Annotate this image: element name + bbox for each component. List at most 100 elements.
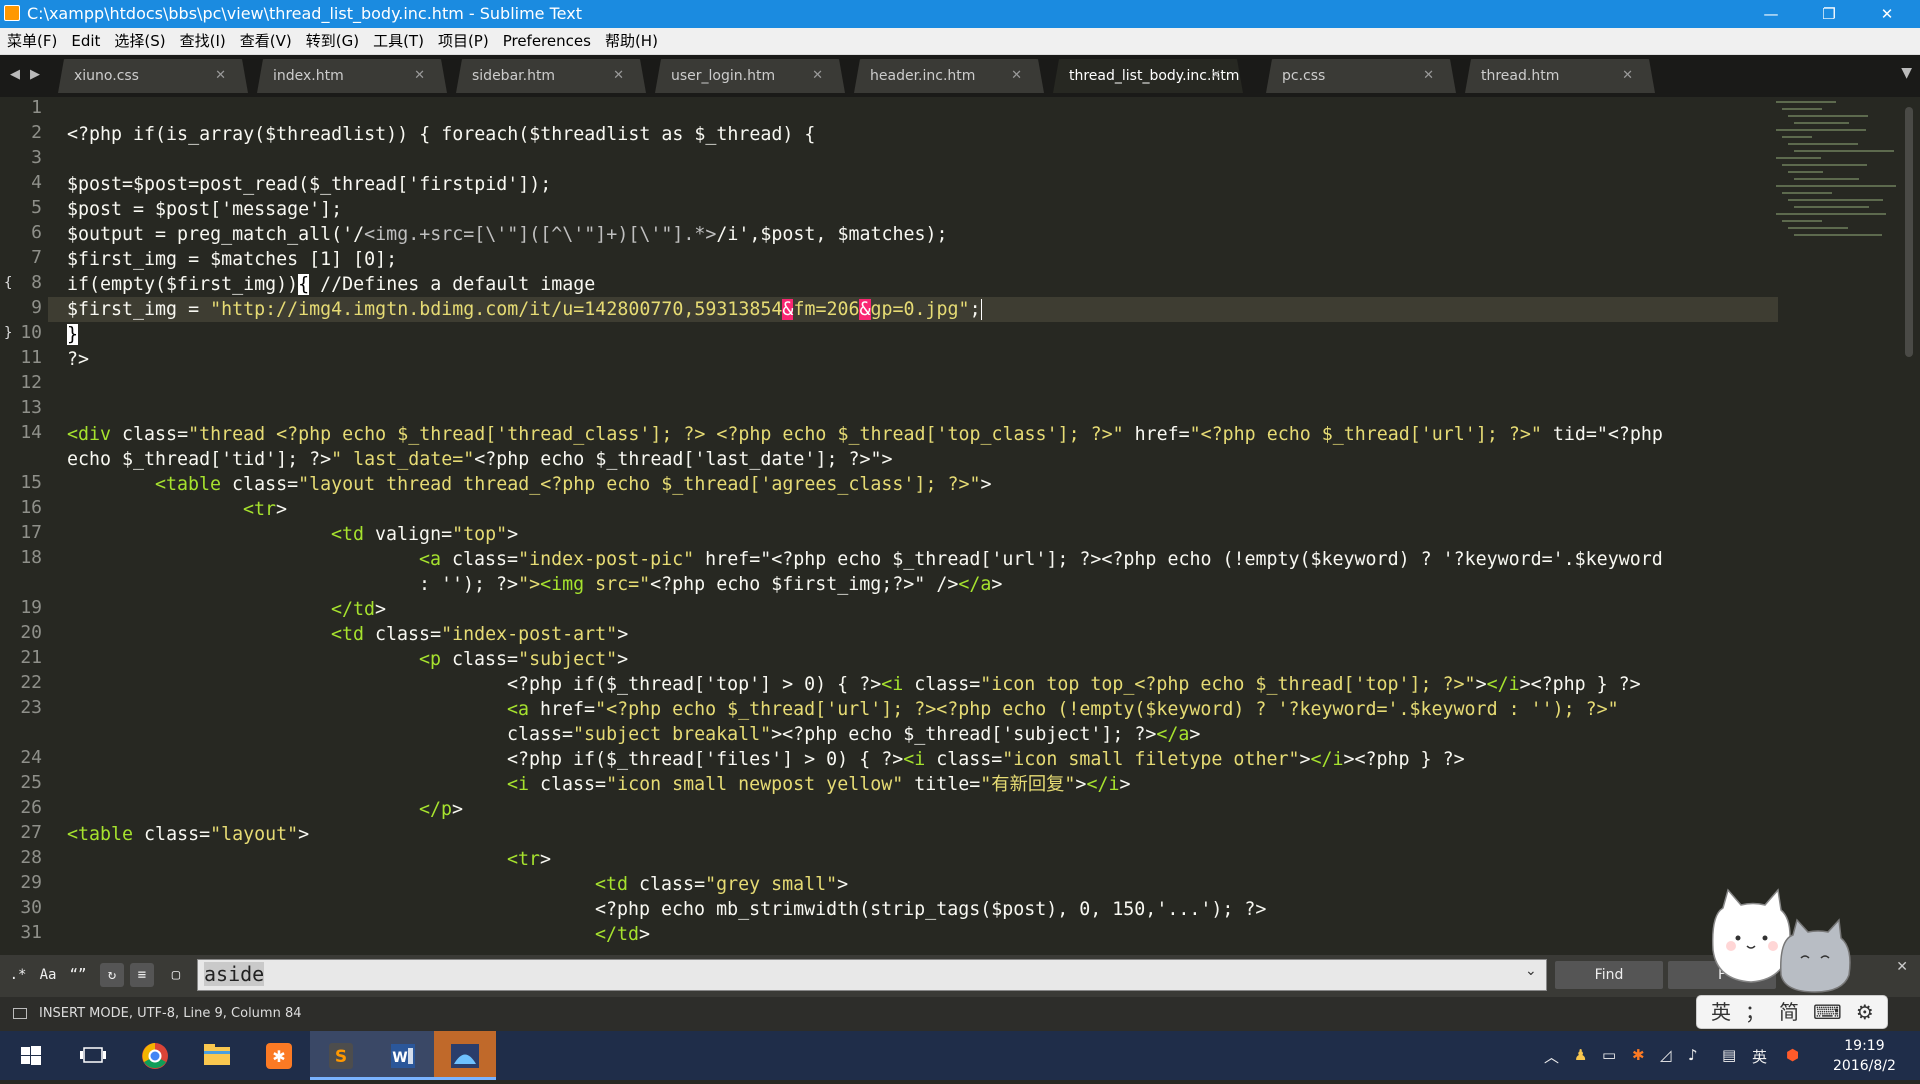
task-view-icon[interactable] — [62, 1031, 124, 1080]
code-line[interactable]: : ''); ?>"><img src="<?php echo $first_i… — [419, 572, 1002, 597]
menu-view[interactable]: 查看(V) — [233, 28, 299, 54]
code-line[interactable]: ?> — [67, 347, 89, 372]
whole-word-toggle-icon[interactable]: “” — [66, 963, 90, 987]
code-line[interactable]: <a href="<?php echo $_thread['url']; ?><… — [507, 697, 1619, 722]
minimap[interactable] — [1776, 101, 1906, 261]
battery-icon[interactable]: ▭ — [1602, 1046, 1616, 1064]
find-history-dropdown-icon[interactable]: ⌄ — [1525, 963, 1537, 979]
notification-icon[interactable]: ▤ — [1722, 1046, 1736, 1064]
highlight-matches-toggle-icon[interactable]: ▢ — [164, 963, 188, 987]
code-line[interactable]: echo $_thread['tid']; ?>" last_date="<?p… — [67, 447, 893, 472]
tab-next-icon[interactable]: ▶ — [30, 67, 40, 82]
code-line[interactable]: </td> — [331, 597, 386, 622]
code-line[interactable]: <tr> — [243, 497, 287, 522]
code-line[interactable]: class="subject breakall"><?php echo $_th… — [507, 722, 1200, 747]
vertical-scrollbar[interactable] — [1905, 107, 1913, 357]
menu-find[interactable]: 查找(I) — [173, 28, 233, 54]
tray-user-icon[interactable]: ♟ — [1574, 1046, 1587, 1064]
tab-xiuno-css[interactable]: xiuno.css ✕ — [58, 59, 248, 93]
code-line[interactable]: if(empty($first_img)){ //Defines a defau… — [67, 272, 595, 297]
ime-language[interactable]: 英 — [1711, 996, 1731, 1028]
code-line[interactable]: <table class="layout thread thread_<?php… — [155, 472, 992, 497]
code-line[interactable]: <?php if($_thread['top'] > 0) { ?><i cla… — [507, 672, 1641, 697]
tab-user-login-htm[interactable]: user_login.htm ✕ — [655, 59, 845, 93]
case-sensitive-toggle-icon[interactable]: Aa — [36, 963, 60, 987]
close-button[interactable]: ✕ — [1864, 0, 1910, 28]
network-icon[interactable]: ◿ — [1660, 1046, 1672, 1064]
tab-close-icon[interactable]: ✕ — [215, 59, 226, 93]
sogou-input-icon[interactable]: ⬢ — [1786, 1046, 1799, 1064]
fold-open-icon[interactable]: { — [4, 275, 12, 291]
menu-goto[interactable]: 转到(G) — [299, 28, 366, 54]
menu-help[interactable]: 帮助(H) — [598, 28, 665, 54]
menu-file[interactable]: 菜单(F) — [0, 28, 64, 54]
tab-overflow-icon[interactable]: ▼ — [1901, 65, 1912, 81]
code-line[interactable]: $first_img = $matches [1] [0]; — [67, 247, 397, 272]
code-line[interactable]: <td valign="top"> — [331, 522, 518, 547]
tab-close-icon[interactable]: ✕ — [1423, 59, 1434, 93]
volume-icon[interactable]: ♪ — [1688, 1046, 1698, 1064]
tab-close-icon[interactable]: ✕ — [414, 59, 425, 93]
system-clock[interactable]: 19:19 2016/8/2 — [1833, 1036, 1896, 1076]
tab-thread-htm[interactable]: thread.htm ✕ — [1465, 59, 1655, 93]
code-line[interactable]: <?php if($_thread['files'] > 0) { ?><i c… — [507, 747, 1465, 772]
code-line[interactable]: </td> — [595, 922, 650, 947]
file-explorer-icon[interactable] — [186, 1031, 248, 1080]
tray-xampp-icon[interactable]: ✱ — [1632, 1046, 1645, 1064]
tab-close-icon[interactable]: ✕ — [812, 59, 823, 93]
tray-expand-icon[interactable]: ︿ — [1544, 1046, 1559, 1067]
tab-close-icon[interactable]: ✕ — [1210, 59, 1221, 93]
menu-selection[interactable]: 选择(S) — [107, 28, 172, 54]
minimize-button[interactable]: — — [1748, 0, 1794, 28]
code-line[interactable]: } — [67, 322, 79, 347]
ime-simplified[interactable]: 简 — [1779, 996, 1799, 1028]
ime-punctuation[interactable]: ； — [1745, 996, 1765, 1028]
code-line[interactable]: <div class="thread <?php echo $_thread['… — [67, 422, 1663, 447]
code-line[interactable]: <?php echo mb_strimwidth(strip_tags($pos… — [595, 897, 1266, 922]
windows-start-icon[interactable] — [0, 1031, 62, 1080]
code-line[interactable]: $post = $post['message']; — [67, 197, 342, 222]
code-line[interactable]: $output = preg_match_all('/<img.+src=[\'… — [67, 222, 948, 247]
maximize-button[interactable]: ❐ — [1806, 0, 1852, 28]
gear-icon[interactable]: ⚙ — [1856, 996, 1874, 1028]
app-running-icon[interactable] — [434, 1031, 496, 1080]
find-panel-close-icon[interactable]: ✕ — [1896, 959, 1908, 975]
tab-close-icon[interactable]: ✕ — [1011, 59, 1022, 93]
code-editor[interactable]: 1 2 3 4 5 6 7 8 9 10 11 12 13 14 15 16 1… — [0, 97, 1920, 955]
console-toggle-icon[interactable] — [13, 1008, 27, 1019]
find-input[interactable]: aside — [197, 959, 1547, 991]
tab-close-icon[interactable]: ✕ — [613, 59, 624, 93]
code-line[interactable]: </p> — [419, 797, 463, 822]
in-selection-toggle-icon[interactable]: ≡ — [130, 963, 154, 987]
tab-index-htm[interactable]: index.htm ✕ — [257, 59, 447, 93]
code-line[interactable]: <p class="subject"> — [419, 647, 628, 672]
code-line[interactable]: <td class="index-post-art"> — [331, 622, 628, 647]
word-icon[interactable]: W — [372, 1031, 434, 1080]
tab-close-icon[interactable]: ✕ — [1622, 59, 1633, 93]
tab-pc-css[interactable]: pc.css ✕ — [1266, 59, 1456, 93]
chrome-icon[interactable] — [124, 1031, 186, 1080]
code-line[interactable]: <?php if(is_array($threadlist)) { foreac… — [67, 122, 815, 147]
regex-toggle-icon[interactable]: .* — [6, 963, 30, 987]
code-line[interactable]: <td class="grey small"> — [595, 872, 848, 897]
keyboard-icon[interactable]: ⌨ — [1813, 996, 1842, 1028]
code-line[interactable]: <i class="icon small newpost yellow" tit… — [507, 772, 1130, 797]
tab-prev-icon[interactable]: ◀ — [10, 67, 20, 82]
fold-close-icon[interactable]: } — [4, 325, 12, 341]
menu-tools[interactable]: 工具(T) — [366, 28, 431, 54]
sublime-text-icon[interactable]: S — [310, 1031, 372, 1080]
code-line[interactable]: $post=$post=post_read($_thread['firstpid… — [67, 172, 551, 197]
ime-toolbar[interactable]: 英 ； 简 ⌨ ⚙ — [1696, 995, 1888, 1029]
code-line[interactable]: <a class="index-post-pic" href="<?php ec… — [419, 547, 1663, 572]
xampp-icon[interactable]: ✱ — [248, 1031, 310, 1080]
menu-preferences[interactable]: Preferences — [496, 28, 598, 54]
code-line[interactable]: <table class="layout"> — [67, 822, 309, 847]
wrap-toggle-icon[interactable]: ↻ — [100, 963, 124, 987]
find-button[interactable]: Find — [1555, 961, 1663, 989]
tab-sidebar-htm[interactable]: sidebar.htm ✕ — [456, 59, 646, 93]
code-line[interactable]: <tr> — [507, 847, 551, 872]
menu-project[interactable]: 项目(P) — [431, 28, 496, 54]
tab-thread-list-body-inc-htm[interactable]: thread_list_body.inc.htm ✕ — [1053, 59, 1243, 93]
tab-header-inc-htm[interactable]: header.inc.htm ✕ — [854, 59, 1044, 93]
tray-ime-language[interactable]: 英 — [1752, 1046, 1767, 1067]
